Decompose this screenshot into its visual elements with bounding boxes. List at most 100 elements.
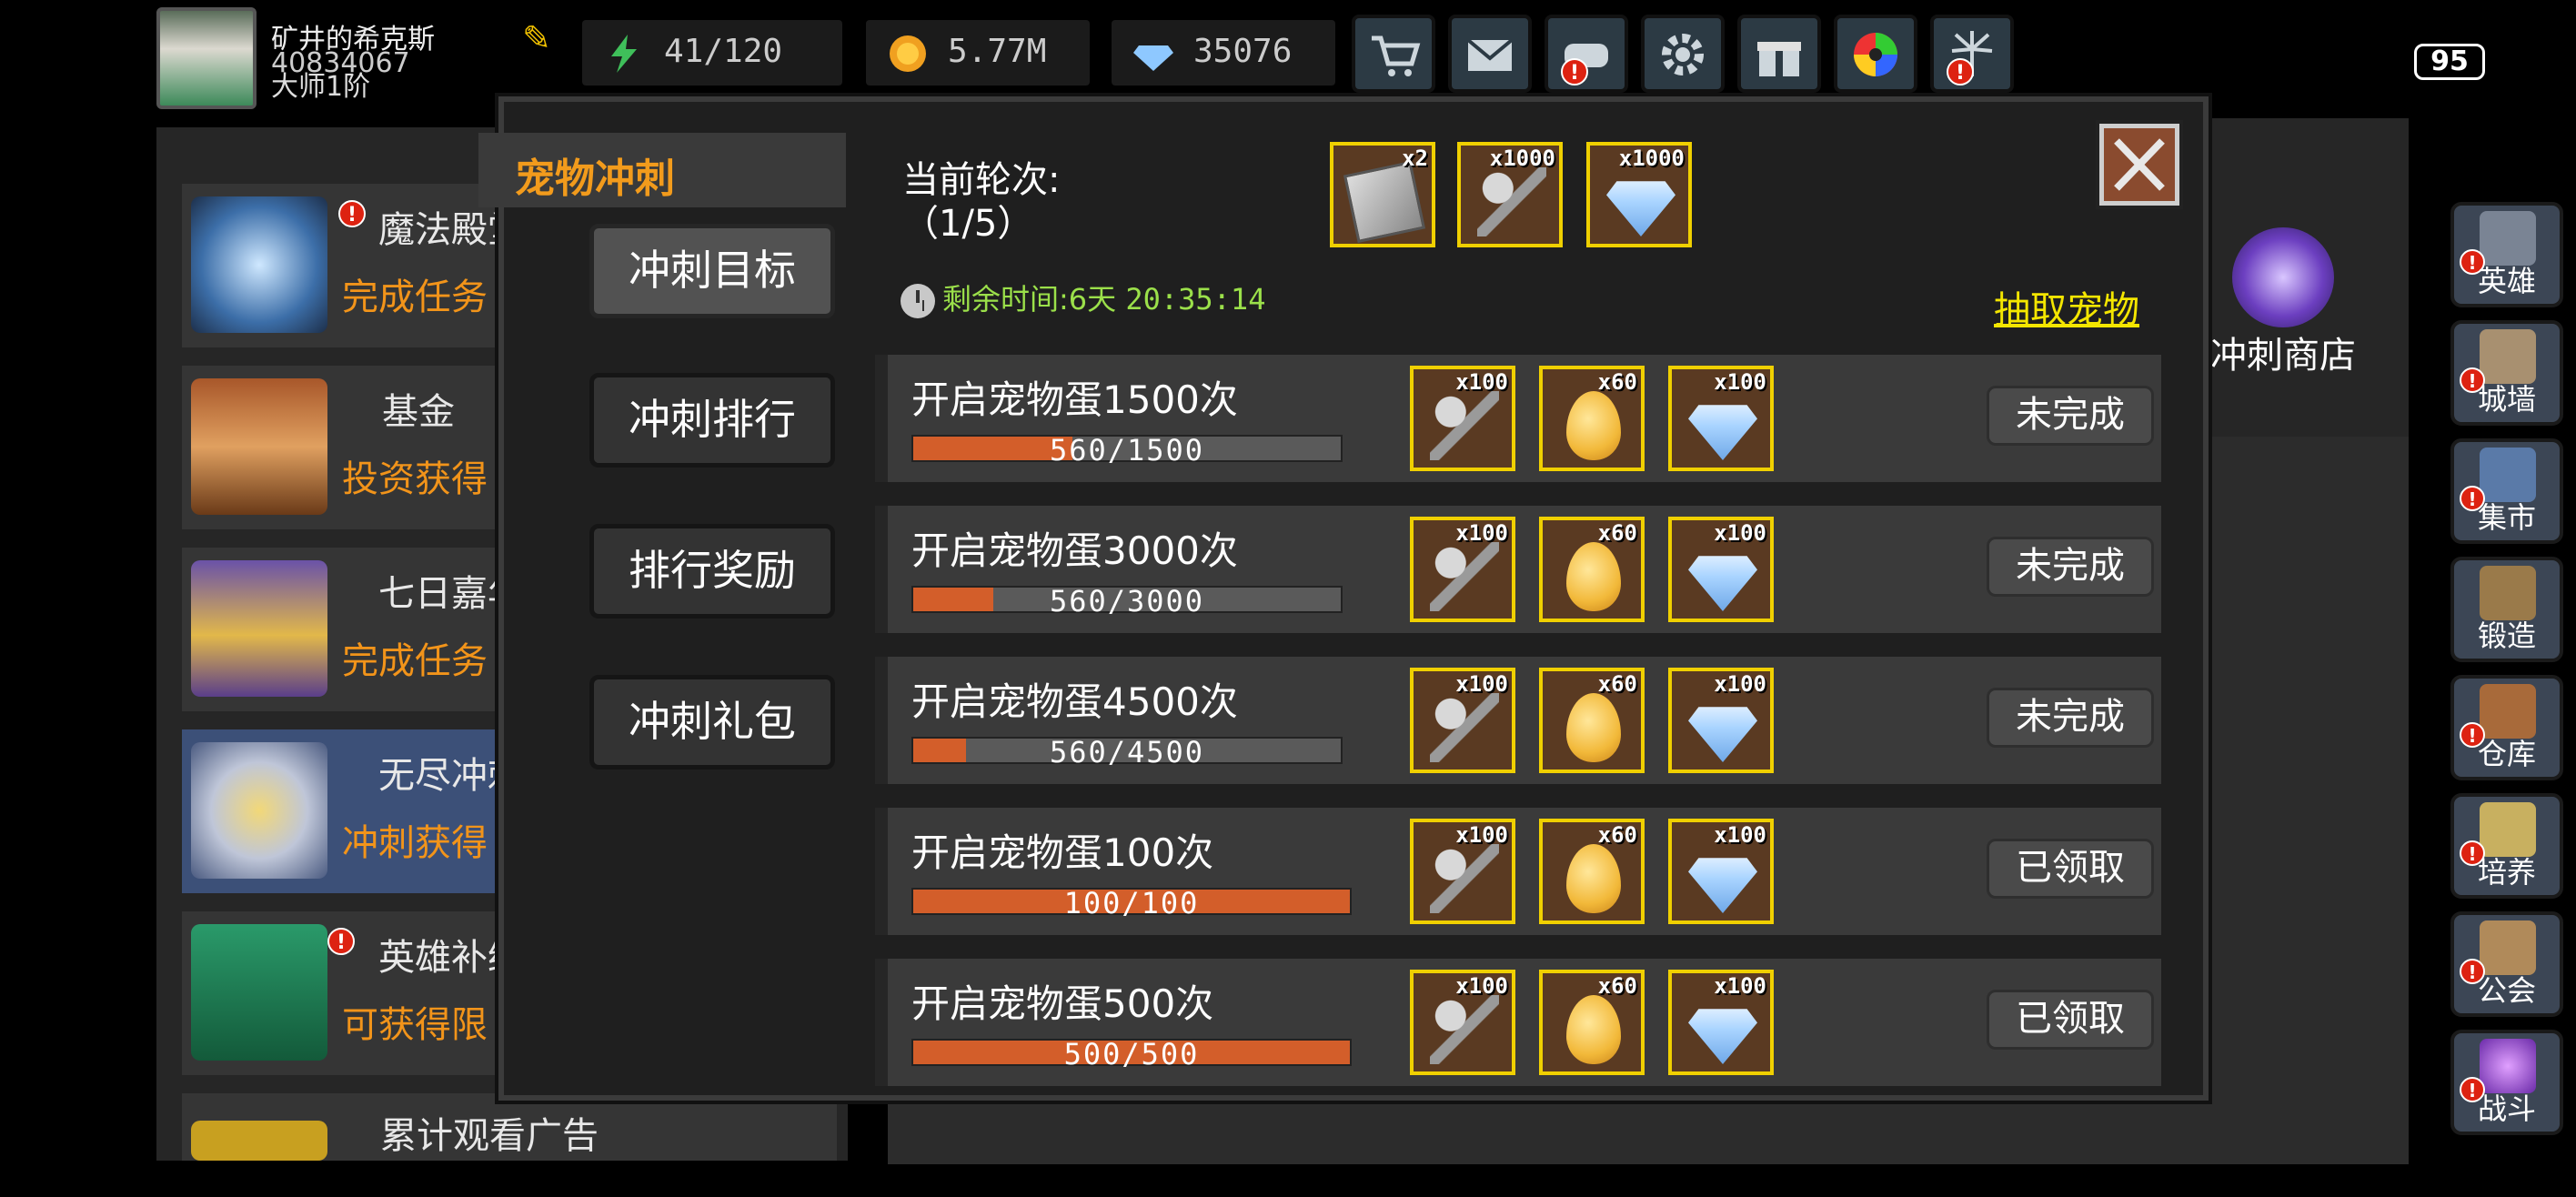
sprint-shop-button[interactable] — [2219, 227, 2347, 337]
reward-qty: x100 — [1455, 822, 1508, 848]
task-reward-item[interactable]: x100 — [1668, 517, 1774, 622]
reward-qty: x60 — [1597, 822, 1637, 848]
nav-label: 仓库 — [2477, 737, 2536, 771]
reward-qty: x100 — [1455, 973, 1508, 999]
nav-market[interactable]: ! 集市 — [2450, 438, 2563, 544]
task-reward-item[interactable]: x60 — [1539, 668, 1645, 773]
task-progress-text: 560/3000 — [1049, 584, 1205, 619]
color-wheel-button[interactable] — [1834, 15, 1917, 93]
battery-indicator: 95 — [2414, 44, 2485, 80]
nav-label: 公会 — [2477, 973, 2536, 1008]
task-reward-item[interactable]: x100 — [1410, 668, 1515, 773]
pet-egg-icon — [1566, 693, 1621, 762]
close-button[interactable] — [2096, 120, 2183, 209]
alert-icon: ! — [338, 200, 366, 227]
magic-hall-icon — [191, 196, 327, 333]
nav-cultivate[interactable]: ! 培养 — [2450, 793, 2563, 899]
battle-portal-icon — [2480, 1039, 2536, 1093]
task-reward-item[interactable]: x100 — [1668, 366, 1774, 471]
gamepad-button[interactable]: ! — [1545, 15, 1628, 93]
task-reward-item[interactable]: x100 — [1668, 819, 1774, 924]
nav-battle[interactable]: ! 战斗 — [2450, 1030, 2563, 1135]
task-reward-item[interactable]: x100 — [1668, 668, 1774, 773]
list-item-sub: 冲刺获得 — [342, 822, 488, 864]
task-progress-bar: 560/3000 — [911, 584, 1343, 619]
task-title: 开启宠物蛋4500次 — [911, 679, 1238, 724]
cart-icon — [1372, 35, 1421, 76]
pet-egg-icon — [1566, 391, 1621, 460]
supply-crate-icon — [191, 924, 327, 1061]
alert-icon: ! — [327, 928, 355, 955]
hammer-icon — [1430, 693, 1499, 762]
gift-icon — [1757, 40, 1801, 76]
task-reward-item[interactable]: x100 — [1410, 366, 1515, 471]
chalice-icon — [2480, 802, 2536, 857]
settings-button[interactable] — [1641, 15, 1725, 93]
trophy-icon — [191, 742, 327, 879]
task-reward-item[interactable]: x60 — [1539, 517, 1645, 622]
edit-icon[interactable]: ✎ — [522, 18, 562, 58]
nav-guild[interactable]: ! 公会 — [2450, 911, 2563, 1017]
task-reward-item[interactable]: x100 — [1410, 970, 1515, 1075]
diamond-icon — [1688, 707, 1757, 762]
round-reward-item[interactable]: x1000 — [1586, 142, 1692, 247]
market-icon — [2480, 448, 2536, 502]
nav-hero[interactable]: ! 英雄 — [2450, 202, 2563, 307]
draw-pet-link[interactable]: 抽取宠物 — [1994, 280, 2139, 333]
task-reward-item[interactable]: x100 — [1410, 819, 1515, 924]
castle-wall-icon — [2480, 329, 2536, 384]
modal-tab-title: 宠物冲刺 — [478, 133, 846, 207]
nav-warehouse[interactable]: ! 仓库 — [2450, 675, 2563, 780]
list-item[interactable]: 累计观看广告 — [182, 1093, 837, 1161]
top-bar: 矿井的希克斯 40834067 大师1阶 ✎ 41/120 5.77M 3507… — [0, 0, 2576, 109]
player-avatar[interactable] — [156, 7, 257, 109]
task-status-button[interactable]: 已领取 — [1987, 990, 2154, 1050]
task-reward-item[interactable]: x60 — [1539, 819, 1645, 924]
energy-value: 41/120 — [664, 33, 783, 70]
task-title: 开启宠物蛋500次 — [911, 981, 1214, 1026]
tab-sprint-goal[interactable]: 冲刺目标 — [589, 224, 835, 318]
warehouse-icon — [2480, 684, 2536, 739]
task-progress-text: 560/4500 — [1049, 735, 1205, 770]
reward-qty: x100 — [1455, 369, 1508, 395]
reward-qty: x100 — [1714, 973, 1766, 999]
task-row: 开启宠物蛋500次 500/500 已领取 — [875, 959, 2161, 1086]
firework-button[interactable]: ! — [1930, 15, 2014, 93]
list-item-title: 累计观看广告 — [380, 1115, 599, 1157]
tab-ranking-rewards[interactable]: 排行奖励 — [589, 524, 835, 619]
task-progress-bar: 500/500 — [911, 1037, 1352, 1071]
timer-value: 20:35:14 — [1125, 282, 1266, 317]
list-item-sub: 完成任务 — [342, 277, 488, 318]
task-status-button[interactable]: 未完成 — [1987, 688, 2154, 748]
gem-value: 35076 — [1193, 33, 1293, 70]
color-wheel-icon — [1854, 33, 1897, 76]
round-reward-item[interactable]: x2 — [1330, 142, 1435, 247]
scroll-icon — [1343, 160, 1426, 244]
pet-egg-icon — [1566, 844, 1621, 913]
task-progress-bar: 560/1500 — [911, 433, 1343, 468]
tab-sprint-pack[interactable]: 冲刺礼包 — [589, 675, 835, 770]
diamond-icon — [1688, 858, 1757, 913]
gold-display: 5.77M — [866, 20, 1090, 86]
task-reward-item[interactable]: x100 — [1668, 970, 1774, 1075]
task-status-button[interactable]: 已领取 — [1987, 839, 2154, 899]
reward-qty: x1000 — [1618, 146, 1685, 171]
shop-cart-button[interactable] — [1352, 15, 1435, 93]
task-title: 开启宠物蛋3000次 — [911, 528, 1238, 573]
mail-button[interactable] — [1448, 15, 1532, 93]
round-reward-item[interactable]: x1000 — [1457, 142, 1563, 247]
task-status-button[interactable]: 未完成 — [1987, 386, 2154, 446]
gift-button[interactable] — [1737, 15, 1821, 93]
task-reward-item[interactable]: x60 — [1539, 366, 1645, 471]
portal-icon — [2232, 227, 2334, 327]
nav-wall[interactable]: ! 城墙 — [2450, 320, 2563, 426]
reward-qty: x60 — [1597, 671, 1637, 697]
pet-egg-icon — [1566, 542, 1621, 611]
tab-sprint-ranking[interactable]: 冲刺排行 — [589, 373, 835, 468]
nav-forge[interactable]: 锻造 — [2450, 557, 2563, 662]
task-progress-bar: 560/4500 — [911, 735, 1343, 770]
task-status-button[interactable]: 未完成 — [1987, 537, 2154, 597]
reward-qty: x60 — [1597, 520, 1637, 546]
task-reward-item[interactable]: x60 — [1539, 970, 1645, 1075]
task-reward-item[interactable]: x100 — [1410, 517, 1515, 622]
